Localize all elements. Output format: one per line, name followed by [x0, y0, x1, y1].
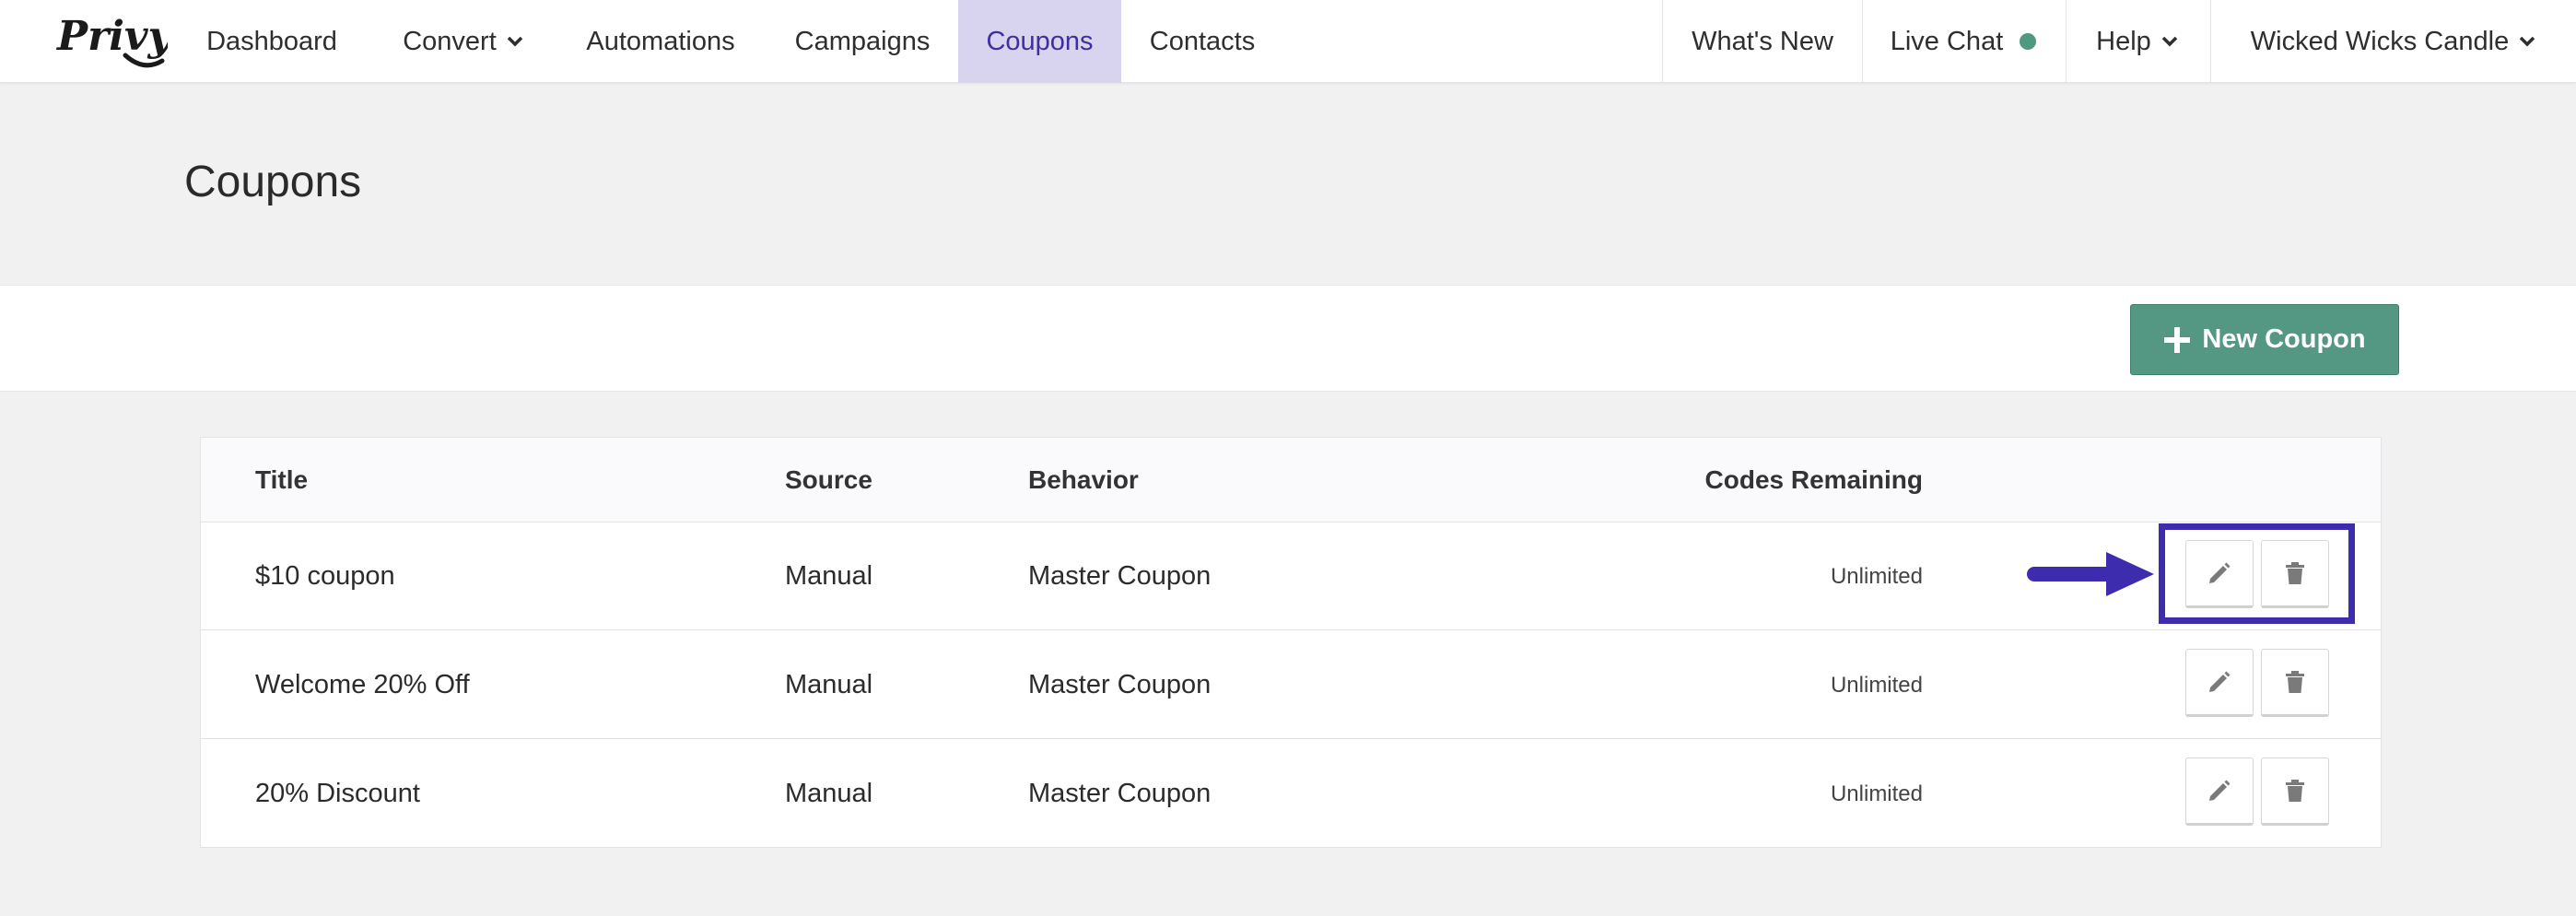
delete-coupon-button[interactable]	[2261, 649, 2329, 717]
nav-item-label: Automations	[586, 26, 735, 56]
coupon-behavior: Master Coupon	[1028, 670, 1212, 699]
annotation-highlight-box	[2159, 523, 2355, 624]
column-header-behavior[interactable]: Behavior	[1028, 438, 1139, 523]
nav-item-label: Campaigns	[794, 26, 931, 56]
whats-new-label: What's New	[1692, 26, 1833, 56]
column-header-codes-remaining[interactable]: Codes Remaining	[1705, 438, 1923, 523]
plus-icon	[2164, 326, 2191, 353]
chevron-down-icon	[2161, 36, 2178, 47]
help-label: Help	[2096, 26, 2151, 56]
coupon-title[interactable]: $10 coupon	[255, 523, 395, 630]
coupon-source: Manual	[785, 561, 873, 591]
edit-coupon-button[interactable]	[2185, 757, 2254, 826]
annotation-arrow-icon	[2027, 552, 2154, 596]
account-name: Wicked Wicks Candle	[2250, 26, 2510, 56]
privy-logo[interactable]: Privy	[53, 7, 168, 74]
edit-coupon-button[interactable]	[2185, 649, 2254, 717]
nav-item-label: Coupons	[986, 26, 1094, 56]
nav-item-label: Contacts	[1149, 26, 1256, 56]
coupon-behavior: Master Coupon	[1028, 779, 1212, 808]
pencil-icon	[2209, 671, 2231, 692]
nav-item-campaigns[interactable]: Campaigns	[776, 0, 949, 83]
nav-item-coupons[interactable]: Coupons	[958, 0, 1121, 83]
toolbar: New Coupon	[0, 285, 2576, 392]
codes-remaining: Unlimited	[1830, 781, 1923, 806]
nav-item-dashboard[interactable]: Dashboard	[193, 0, 350, 83]
live-chat-link[interactable]: Live Chat	[1863, 0, 2064, 83]
column-header-source[interactable]: Source	[785, 438, 872, 523]
help-menu[interactable]: Help	[2067, 0, 2208, 83]
online-status-dot	[2020, 33, 2037, 50]
chevron-down-icon	[2519, 36, 2535, 47]
coupon-source: Manual	[785, 779, 873, 808]
coupon-title[interactable]: 20% Discount	[255, 740, 420, 848]
codes-remaining: Unlimited	[1830, 563, 1923, 589]
delete-coupon-button[interactable]	[2261, 757, 2329, 826]
nav-item-convert[interactable]: Convert	[380, 0, 547, 83]
whats-new-link[interactable]: What's New	[1663, 0, 1862, 83]
table-header: Title Source Behavior Codes Remaining	[201, 438, 2381, 523]
new-coupon-label: New Coupon	[2202, 324, 2366, 354]
pencil-icon	[2209, 780, 2231, 801]
live-chat-label: Live Chat	[1890, 26, 2004, 56]
coupon-title[interactable]: Welcome 20% Off	[255, 631, 470, 739]
codes-remaining: Unlimited	[1830, 672, 1923, 698]
coupon-source: Manual	[785, 670, 873, 699]
nav-item-automations[interactable]: Automations	[573, 0, 748, 83]
nav-item-contacts[interactable]: Contacts	[1133, 0, 1271, 83]
table-row: 20% Discount Manual Master Coupon Unlimi…	[201, 740, 2381, 848]
account-menu[interactable]: Wicked Wicks Candle	[2211, 0, 2576, 83]
chevron-down-icon	[507, 36, 523, 47]
top-navigation-bar: Privy Dashboard Convert Automations Camp…	[0, 0, 2576, 83]
column-header-title[interactable]: Title	[255, 438, 308, 523]
table-row: Welcome 20% Off Manual Master Coupon Unl…	[201, 631, 2381, 739]
page-title: Coupons	[184, 158, 362, 206]
svg-text:Privy: Privy	[55, 13, 168, 60]
new-coupon-button[interactable]: New Coupon	[2130, 304, 2399, 375]
nav-item-label: Dashboard	[206, 26, 337, 56]
trash-icon	[2286, 671, 2304, 693]
coupon-behavior: Master Coupon	[1028, 561, 1212, 591]
coupons-table: Title Source Behavior Codes Remaining $1…	[200, 437, 2382, 848]
nav-item-label: Convert	[403, 26, 497, 56]
trash-icon	[2286, 780, 2304, 802]
